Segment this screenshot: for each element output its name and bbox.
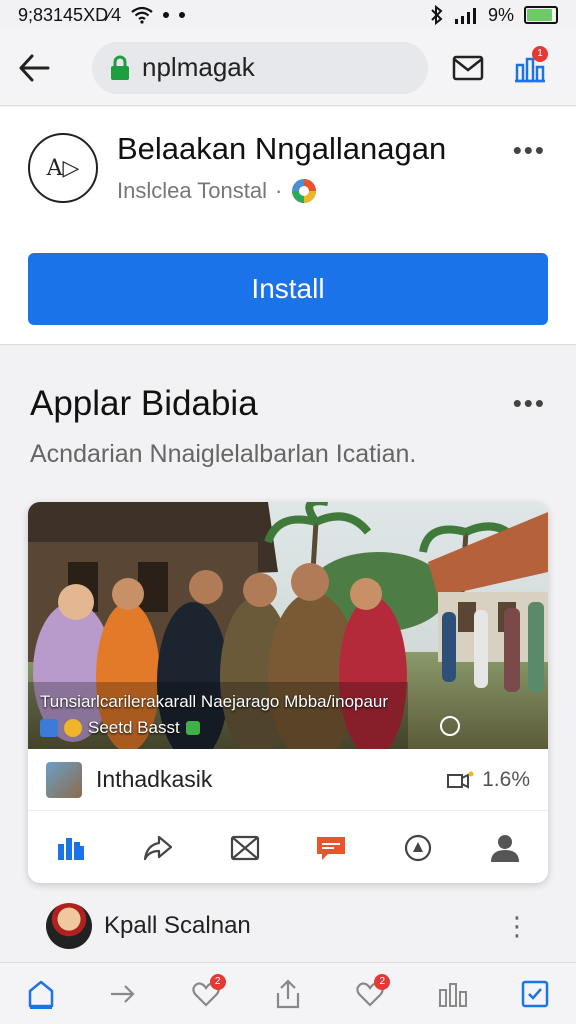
checkbox-icon xyxy=(521,980,549,1007)
battery-fill xyxy=(527,9,553,21)
like-icon xyxy=(58,837,85,860)
install-button[interactable]: Install xyxy=(28,253,548,325)
post-stat-value: 1.6% xyxy=(482,767,530,791)
tag-icon xyxy=(40,719,58,737)
status-right: 9% xyxy=(430,5,558,26)
notification-badge: 1 xyxy=(532,45,548,62)
mail-icon xyxy=(452,55,484,80)
profile-button[interactable] xyxy=(483,826,527,870)
url-text: nplmagak xyxy=(142,52,255,82)
post-author[interactable]: Inthadkasik xyxy=(96,766,446,793)
section-description: Acndarian Nnaiglelalbarlan Icatian. xyxy=(30,440,417,468)
app-subtitle-text: Inslclea Tonstal xyxy=(117,178,268,203)
status-time: 9;83145XD⁄4 xyxy=(18,4,122,25)
battery-icon xyxy=(524,6,558,24)
app-title: Belaakan Nngallanagan xyxy=(117,131,447,166)
nav-stats[interactable] xyxy=(431,972,475,1016)
stats-button[interactable]: 1 xyxy=(508,45,552,90)
tag-text: Seetd Basst xyxy=(88,718,180,737)
app-subtitle: Inslclea Tonstal · xyxy=(117,177,318,205)
upload-icon xyxy=(276,978,300,1008)
status-dot-icon xyxy=(179,12,186,18)
nav-favorites[interactable]: 2 xyxy=(184,972,228,1016)
message-button[interactable] xyxy=(223,826,267,870)
lock-circle-icon xyxy=(404,834,432,861)
like-button[interactable] xyxy=(49,826,93,870)
lock-icon xyxy=(111,55,129,80)
signal-icon xyxy=(454,8,476,24)
next-post-avatar[interactable] xyxy=(46,903,92,949)
back-button[interactable] xyxy=(14,48,54,88)
coin-icon xyxy=(64,719,82,737)
nav-badge: 2 xyxy=(374,973,391,990)
nav-likes[interactable]: 2 xyxy=(348,972,392,1016)
nav-share[interactable] xyxy=(266,972,310,1016)
bottom-navigation: 2 2 xyxy=(0,962,576,1024)
wifi-icon xyxy=(131,6,153,24)
browser-toolbar: nplmagak 1 xyxy=(0,30,576,106)
mail-button[interactable] xyxy=(446,46,490,90)
nav-tasks[interactable] xyxy=(513,972,557,1016)
app-card: A▷ Belaakan Nngallanagan Inslclea Tonsta… xyxy=(0,107,576,345)
status-bar: 9;83145XD⁄4 9% xyxy=(0,0,576,30)
post-caption: Tunsiarlcarilerakarall Naejarago Mbba/in… xyxy=(40,692,389,711)
nav-home[interactable] xyxy=(19,972,63,1016)
status-left: 9;83145XD⁄4 xyxy=(18,4,186,26)
app-logo: A▷ xyxy=(28,133,98,203)
app-badge-icon xyxy=(292,179,317,203)
nav-badge: 2 xyxy=(209,973,226,990)
section-more-button[interactable]: ••• xyxy=(513,388,546,419)
views-icon xyxy=(447,771,474,789)
post-meta: Inthadkasik 1.6% xyxy=(28,749,548,811)
arrow-left-icon xyxy=(19,54,50,81)
next-post-author[interactable]: Kpall Scalnan xyxy=(104,912,504,940)
status-dot-icon xyxy=(163,12,170,18)
app-logo-text: A▷ xyxy=(46,155,80,181)
person-icon xyxy=(490,834,519,862)
app-more-button[interactable]: ••• xyxy=(513,135,546,166)
post-tags: Seetd Basst xyxy=(40,718,200,738)
arrow-right-icon xyxy=(111,984,135,1003)
battery-percent: 9% xyxy=(487,4,514,25)
section-title: Applar Bidabia xyxy=(30,384,258,423)
address-bar[interactable]: nplmagak xyxy=(92,41,428,94)
post-card[interactable]: Tunsiarlcarilerakarall Naejarago Mbba/in… xyxy=(28,502,548,883)
next-post-more-button[interactable]: ⋮ xyxy=(504,911,530,942)
green-badge-icon xyxy=(185,721,200,735)
next-post-header: Kpall Scalnan ⋮ xyxy=(0,895,576,957)
nav-forward[interactable] xyxy=(101,972,145,1016)
comment-button[interactable] xyxy=(309,826,353,870)
bar-chart-icon xyxy=(438,982,467,1007)
home-icon xyxy=(28,980,54,1009)
bluetooth-icon xyxy=(431,5,443,25)
post-author-avatar[interactable] xyxy=(46,761,82,798)
post-stat: 1.6% xyxy=(446,768,530,792)
comment-icon xyxy=(317,836,346,860)
separator-dot: · xyxy=(275,178,283,203)
post-actions xyxy=(28,812,548,883)
envelope-icon xyxy=(230,835,259,860)
share-button[interactable] xyxy=(136,826,180,870)
bookmark-button[interactable] xyxy=(396,826,440,870)
share-arrow-icon xyxy=(143,835,173,860)
